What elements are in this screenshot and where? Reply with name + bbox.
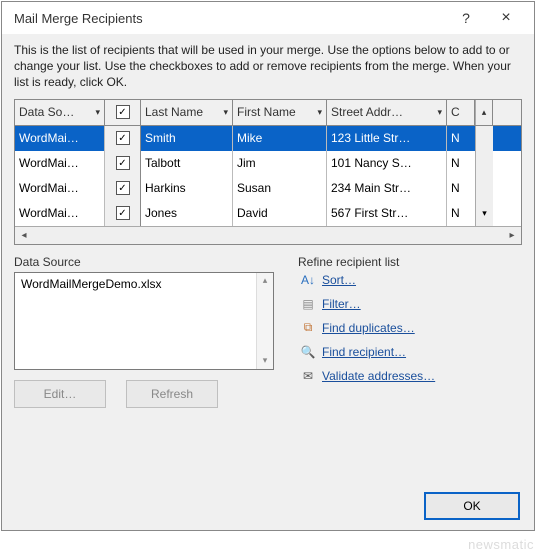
col-street[interactable]: Street Addr…▾ — [327, 100, 447, 125]
table-row[interactable]: WordMai… ✓ Talbott Jim 101 Nancy S… N — [15, 151, 521, 176]
chevron-down-icon: ▾ — [223, 107, 228, 118]
scroll-left-icon[interactable]: ◂ — [15, 226, 33, 244]
filter-icon: ▤ — [300, 296, 316, 312]
edit-button[interactable]: Edit… — [14, 380, 106, 408]
intro-text: This is the list of recipients that will… — [14, 42, 522, 91]
row-checkbox[interactable]: ✓ — [116, 131, 130, 145]
refresh-button[interactable]: Refresh — [126, 380, 218, 408]
data-source-label: Data Source — [14, 255, 274, 269]
row-checkbox[interactable]: ✓ — [116, 156, 130, 170]
grid-header: Data So…▾ ✓ Last Name▾ First Name▾ Stree… — [15, 100, 521, 126]
validate-icon: ✉ — [300, 368, 316, 384]
filter-link[interactable]: Filter… — [322, 297, 361, 311]
data-source-panel: Data Source WordMailMergeDemo.xlsx ▴ ▾ E… — [14, 255, 274, 408]
scroll-down-icon[interactable]: ▾ — [257, 353, 273, 369]
row-checkbox[interactable]: ✓ — [116, 181, 130, 195]
sort-link[interactable]: Sort… — [322, 273, 356, 287]
ok-button[interactable]: OK — [424, 492, 520, 520]
titlebar: Mail Merge Recipients ? × — [2, 2, 534, 34]
watermark: newsmatic — [468, 537, 534, 552]
horizontal-scrollbar[interactable]: ◂ ▸ — [15, 226, 521, 244]
dialog-title: Mail Merge Recipients — [14, 11, 446, 26]
vertical-scrollbar[interactable]: ▴ ▾ — [256, 273, 273, 369]
table-row[interactable]: WordMai… ✓ Jones David 567 First Str… N … — [15, 201, 521, 226]
data-source-item[interactable]: WordMailMergeDemo.xlsx — [17, 275, 271, 293]
chevron-down-icon: ▾ — [317, 107, 322, 118]
duplicates-icon: ⧉ — [300, 320, 316, 336]
help-button[interactable]: ? — [446, 10, 486, 26]
dialog-content: This is the list of recipients that will… — [2, 34, 534, 414]
sort-icon: A↓ — [300, 272, 316, 288]
refine-label: Refine recipient list — [298, 255, 522, 269]
col-check-all[interactable]: ✓ — [105, 100, 141, 125]
find-recipient-link[interactable]: Find recipient… — [322, 345, 406, 359]
col-c[interactable]: C — [447, 100, 475, 125]
table-row[interactable]: WordMai… ✓ Harkins Susan 234 Main Str… N — [15, 176, 521, 201]
col-last-name[interactable]: Last Name▾ — [141, 100, 233, 125]
data-source-list[interactable]: WordMailMergeDemo.xlsx ▴ ▾ — [14, 272, 274, 370]
refine-panel: Refine recipient list A↓ Sort… ▤ Filter…… — [298, 255, 522, 408]
scroll-up-icon[interactable]: ▴ — [257, 273, 273, 289]
find-duplicates-link[interactable]: Find duplicates… — [322, 321, 415, 335]
table-row[interactable]: WordMai… ✓ Smith Mike 123 Little Str… N — [15, 126, 521, 151]
chevron-down-icon: ▾ — [95, 107, 100, 118]
scroll-right-icon[interactable]: ▸ — [503, 226, 521, 244]
validate-link[interactable]: Validate addresses… — [322, 369, 435, 383]
close-button[interactable]: × — [486, 9, 526, 27]
col-data-source[interactable]: Data So…▾ — [15, 100, 105, 125]
check-all-checkbox[interactable]: ✓ — [116, 105, 130, 119]
col-first-name[interactable]: First Name▾ — [233, 100, 327, 125]
mail-merge-dialog: Mail Merge Recipients ? × This is the li… — [1, 1, 535, 531]
find-icon: 🔍 — [300, 344, 316, 360]
chevron-down-icon: ▾ — [437, 107, 442, 118]
row-checkbox[interactable]: ✓ — [116, 206, 130, 220]
scroll-up-icon[interactable]: ▴ — [475, 100, 493, 125]
recipients-grid: Data So…▾ ✓ Last Name▾ First Name▾ Stree… — [14, 99, 522, 245]
